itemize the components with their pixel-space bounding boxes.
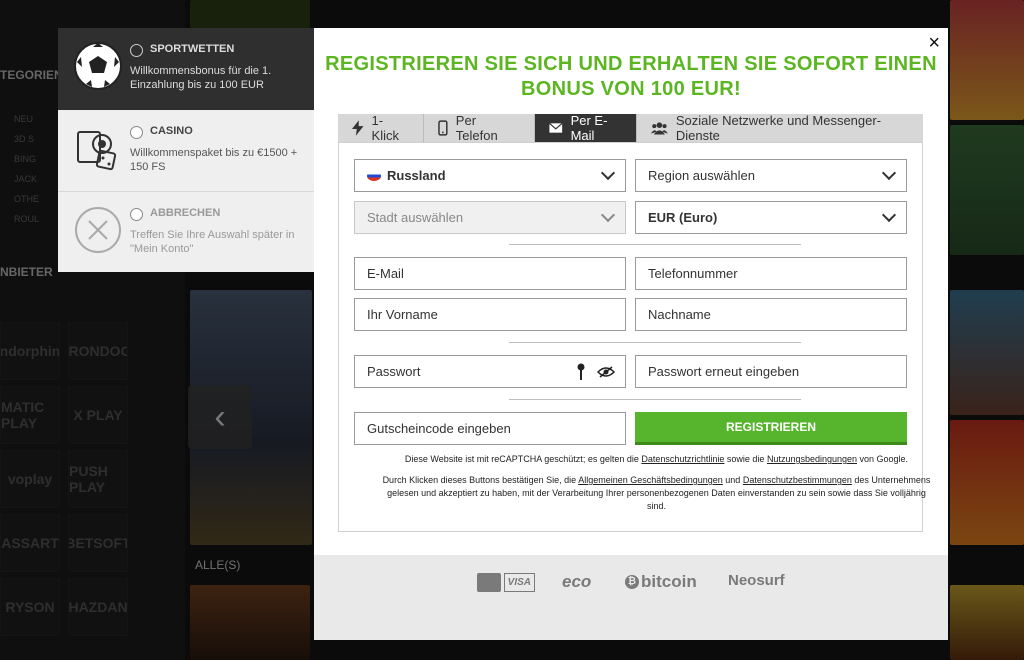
password-field[interactable]: Passwort: [354, 355, 626, 388]
bitcoin-label: bitcoin: [641, 572, 697, 591]
chevron-down-icon: [881, 165, 897, 181]
currency-select[interactable]: EUR (Euro): [635, 201, 907, 234]
privacy-terms-link[interactable]: Datenschutzbestimmungen: [743, 475, 852, 485]
tab-social[interactable]: Soziale Netzwerke und Messenger-Dienste: [637, 113, 923, 143]
phone-field[interactable]: Telefonnummer: [635, 257, 907, 290]
tab-label: Soziale Netzwerke und Messenger-Dienste: [675, 113, 882, 143]
eco-logo: eco: [562, 572, 592, 591]
radio-icon[interactable]: [130, 208, 143, 221]
region-select[interactable]: Region auswählen: [635, 159, 907, 192]
recaptcha-text: von Google.: [857, 454, 909, 464]
radio-check-icon[interactable]: [130, 44, 143, 57]
heading-line-1: REGISTRIEREN SIE SICH UND ERHALTEN SIE S…: [325, 53, 937, 75]
tab-email[interactable]: Per E-Mail: [535, 113, 637, 143]
bonus-selection-panel: SPORTWETTEN Willkommensbonus für die 1. …: [58, 28, 315, 272]
envelope-icon: [549, 122, 563, 133]
phone-placeholder: Telefonnummer: [648, 266, 738, 281]
last-name-field[interactable]: Nachname: [635, 298, 907, 331]
register-button[interactable]: REGISTRIEREN: [635, 412, 907, 445]
chevron-down-icon: [881, 207, 897, 223]
chevron-down-icon: [600, 207, 616, 223]
neosurf-logo: Neosurf: [728, 572, 785, 589]
people-icon: [651, 122, 668, 135]
email-field[interactable]: E-Mail: [354, 257, 626, 290]
region-value: Region auswählen: [648, 168, 755, 183]
bonus-option-abbrechen[interactable]: ABBRECHEN Treffen Sie Ihre Auswahl späte…: [58, 192, 315, 274]
registration-form: Russland Region auswählen Stadt auswähle…: [338, 142, 930, 532]
privacy-policy-link[interactable]: Datenschutzrichtlinie: [641, 454, 724, 464]
bonus-option-desc: Willkommenspaket bis zu €1500 + 150 FS: [130, 147, 298, 173]
cancel-circle-icon: [75, 207, 121, 253]
bitcoin-icon: ₿: [625, 575, 639, 589]
divider: [509, 399, 801, 400]
visa-label: VISA: [503, 573, 535, 592]
russia-flag-icon: [367, 170, 381, 181]
tab-label: Per E-Mail: [570, 113, 608, 143]
soccer-ball-icon: [74, 42, 122, 90]
tab-label: 1-Klick: [371, 113, 399, 143]
heading-line-2: BONUS VON 100 EUR!: [521, 78, 741, 100]
password-repeat-field[interactable]: Passwort erneut eingeben: [635, 355, 907, 388]
terms-notice: Durch Klicken dieses Buttons bestätigen …: [379, 474, 934, 513]
bonus-option-desc: Treffen Sie Ihre Auswahl später in "Mein…: [130, 229, 295, 255]
phone-icon: [438, 120, 448, 136]
currency-value: EUR (Euro): [648, 210, 718, 225]
email-placeholder: E-Mail: [367, 266, 404, 281]
bonus-option-title: ABBRECHEN: [150, 207, 221, 219]
payment-methods-bar: [314, 555, 948, 640]
password-placeholder: Passwort: [367, 364, 421, 379]
bonus-option-title: CASINO: [150, 125, 193, 137]
bitcoin-logo: ₿ bitcoin: [625, 572, 697, 592]
first-name-field[interactable]: Ihr Vorname: [354, 298, 626, 331]
bonus-option-casino[interactable]: CASINO Willkommenspaket bis zu €1500 + 1…: [58, 110, 315, 192]
modal-heading: REGISTRIEREN SIE SICH UND ERHALTEN SIE S…: [314, 52, 948, 102]
bonus-option-title: SPORTWETTEN: [150, 43, 235, 55]
password-repeat-placeholder: Passwort erneut eingeben: [648, 364, 800, 379]
general-terms-link[interactable]: Allgemeinen Geschäftsbedingungen: [578, 475, 723, 485]
city-select[interactable]: Stadt auswählen: [354, 201, 626, 234]
city-value: Stadt auswählen: [367, 210, 464, 225]
divider: [509, 342, 801, 343]
registration-modal: × REGISTRIEREN SIE SICH UND ERHALTEN SIE…: [314, 28, 948, 555]
radio-icon[interactable]: [130, 126, 143, 139]
registration-tabs: 1-Klick Per Telefon Per E-Mail Soziale N…: [338, 113, 923, 143]
chevron-down-icon: [600, 165, 616, 181]
last-name-placeholder: Nachname: [648, 307, 711, 322]
casino-chips-icon: [77, 131, 117, 171]
bonus-option-sportwetten[interactable]: SPORTWETTEN Willkommensbonus für die 1. …: [58, 28, 315, 110]
tab-one-click[interactable]: 1-Klick: [338, 113, 424, 143]
divider: [509, 244, 801, 245]
country-select[interactable]: Russland: [354, 159, 626, 192]
recaptcha-text: sowie die: [724, 454, 767, 464]
first-name-placeholder: Ihr Vorname: [367, 307, 438, 322]
recaptcha-text: Diese Website ist mit reCAPTCHA geschütz…: [404, 454, 642, 464]
tab-label: Per Telefon: [455, 113, 498, 143]
lightning-icon: [352, 120, 364, 136]
tab-phone[interactable]: Per Telefon: [424, 113, 535, 143]
eye-slash-icon[interactable]: [597, 366, 615, 378]
recaptcha-notice: Diese Website ist mit reCAPTCHA geschütz…: [379, 453, 934, 466]
close-icon: ×: [928, 32, 940, 54]
mastercard-icon: [477, 573, 501, 592]
terms-text: und: [722, 475, 743, 485]
terms-of-service-link[interactable]: Nutzungsbedingungen: [767, 454, 857, 464]
promo-placeholder: Gutscheincode eingeben: [367, 421, 511, 436]
mastercard-visa-logo: VISA: [477, 573, 535, 592]
terms-text: Durch Klicken dieses Buttons bestätigen …: [382, 475, 579, 485]
bonus-option-desc: Willkommensbonus für die 1. Einzahlung b…: [130, 65, 272, 91]
country-value: Russland: [387, 168, 446, 183]
promo-code-field[interactable]: Gutscheincode eingeben: [354, 412, 626, 445]
key-icon[interactable]: [577, 363, 585, 381]
